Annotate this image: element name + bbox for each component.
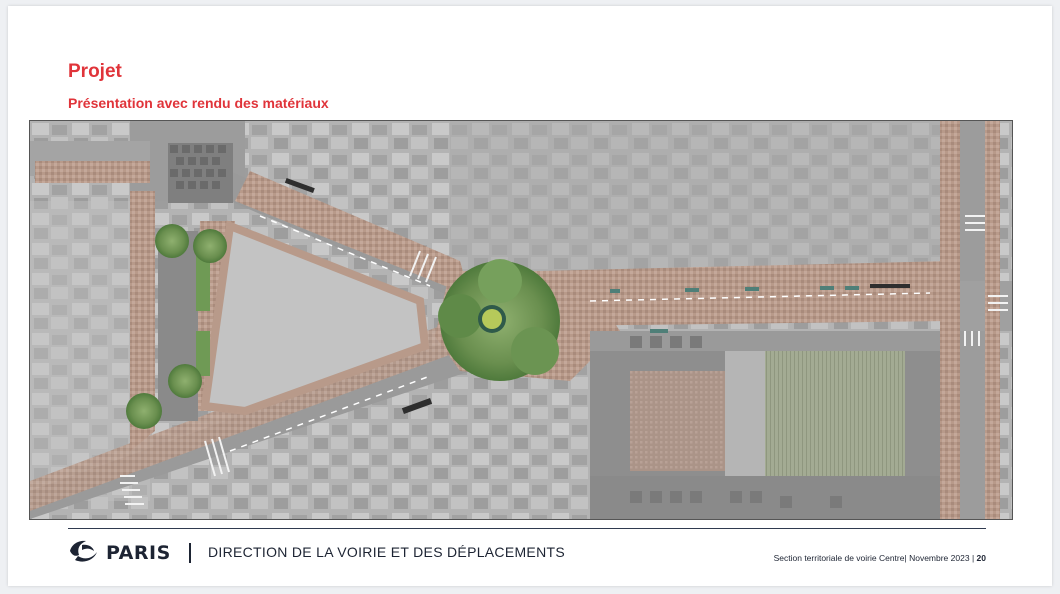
paris-logo-text: PARIS: [106, 542, 171, 564]
footer-meta: Section territoriale de voirie Centre| N…: [774, 553, 986, 563]
footer-separator-2: |: [971, 553, 975, 563]
slide-subtitle: Présentation avec rendu des matériaux: [68, 95, 329, 111]
slide: Projet Présentation avec rendu des matér…: [8, 6, 1052, 586]
page-number: 20: [976, 553, 986, 563]
footer-rule: [68, 528, 986, 529]
footer-separator: [189, 543, 191, 563]
footer-date: Novembre 2023: [909, 553, 970, 563]
footer-section: Section territoriale de voirie Centre: [773, 553, 905, 563]
aerial-plan-image: [29, 120, 1013, 520]
paris-logo: PARIS: [66, 538, 171, 568]
footer-separator-1: |: [904, 553, 907, 563]
paris-boat-icon: [66, 538, 100, 569]
slide-title: Projet: [68, 61, 122, 82]
footer-direction: DIRECTION DE LA VOIRIE ET DES DÉPLACEMEN…: [208, 544, 565, 560]
